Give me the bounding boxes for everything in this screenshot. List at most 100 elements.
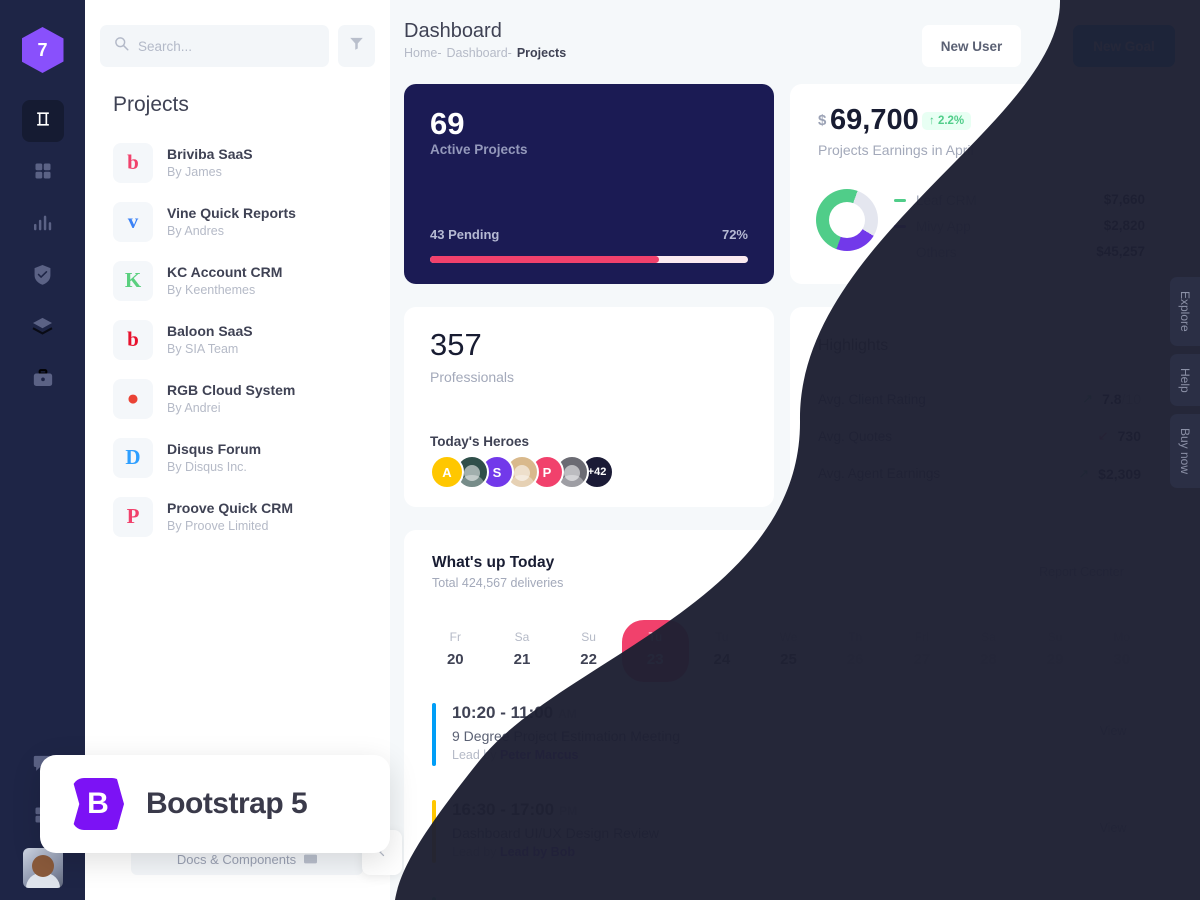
active-projects-count: 69 [430,106,465,141]
search-box[interactable] [100,25,329,67]
rail-item-analytics[interactable] [22,204,64,246]
calendar-day[interactable]: Fri 27 [888,620,955,682]
whats-up-subtitle: Total 424,567 deliveries [432,576,564,590]
event-name: 9 Degree Project Estimation Meeting [452,728,680,744]
list-item[interactable]: v Vine Quick Reports By Andres [113,192,390,251]
trend-arrow-icon: ↙ [1097,428,1109,443]
event-color-bar [432,703,436,766]
avatar[interactable]: A [430,455,464,489]
rail-item-projects[interactable] [22,360,64,402]
calendar-day[interactable]: Mo 30 [1088,620,1155,682]
earnings-donut-chart [816,189,878,251]
list-item[interactable]: P Proove Quick CRM By Proove Limited [113,487,390,546]
bar-chart-icon [33,214,53,237]
progress-fill [430,256,659,263]
new-goal-button[interactable]: New Goal [1073,25,1175,67]
project-name: RGB Cloud System [167,381,296,398]
project-info: RGB Cloud System By Andrei [167,381,295,417]
project-name: KC Account CRM [167,263,283,280]
search-input[interactable] [138,38,315,54]
calendar-day[interactable]: We 25 [755,620,822,682]
day-number: 27 [913,651,931,668]
project-owner: By Proove Limited [167,518,269,533]
day-number: 26 [846,651,864,668]
list-item[interactable]: ● RGB Cloud System By Andrei [113,369,390,428]
new-user-button[interactable]: New User [922,25,1021,67]
report-center-button[interactable]: Report Cecnter [1027,556,1136,588]
bootstrap-promo-text: Bootstrap 5 [146,787,308,820]
earnings-card: $ 69,700 ↑ 2.2% Projects Earnings in Apr… [790,84,1165,284]
highlight-value: 730 [1117,428,1141,444]
avatar[interactable] [22,848,63,888]
calendar-day[interactable]: Th 26 [822,620,889,682]
event-name: Dashboard UI/UX Design Review [452,825,659,841]
day-strip: Fr 20 Sa 21 Su 22 Tu 23 Tu 24 We 25 Th 26 Fri 27 Sa 28 Su 2… [422,620,1155,682]
professionals-label: Professionals [430,369,515,385]
view-button[interactable]: View [1085,812,1141,844]
highlight-label: Avg. Agent Earnings [818,466,941,481]
app-root: 7 Search... Projects b Briviba SaaS By J… [0,0,1200,900]
table-row: Avg. Client Rating ↗ 7.8/10 [818,381,1141,418]
bootstrap-promo-badge[interactable]: B Bootstrap 5 [40,755,390,853]
project-owner: By James [167,164,222,179]
list-item[interactable]: b Baloon SaaS By SIA Team [113,310,390,369]
day-of-week: Su [1047,630,1063,644]
briefcase-icon [33,369,53,393]
legend-label: Leaf CRM [916,192,977,208]
rail-item-layers[interactable] [22,308,64,350]
earnings-delta-badge: ↑ 2.2% [922,112,972,130]
calendar-day[interactable]: Tu 24 [689,620,756,682]
calendar-day[interactable]: Tu 23 [621,620,689,682]
day-of-week: Su [581,630,596,644]
calendar-day[interactable]: Sa 28 [955,620,1022,682]
project-owner: By SIA Team [167,341,239,356]
list-item[interactable]: b Briviba SaaS By James [113,133,390,192]
currency-symbol: $ [818,112,827,129]
list-item[interactable]: D Disqus Forum By Disqus Inc. [113,428,390,487]
legend-value: $45,257 [1096,244,1145,259]
day-number: 30 [1113,651,1131,668]
filter-button[interactable] [338,25,375,67]
breadcrumb-item-0[interactable]: Home- [404,46,442,60]
project-owner: By Andrei [167,400,221,415]
grid-icon [34,162,52,185]
rail-item-dashboard[interactable] [22,152,64,194]
project-logo-icon: ● [113,378,153,419]
rail-item-security[interactable] [22,256,64,298]
calendar-day[interactable]: Su 29 [1022,620,1089,682]
day-of-week: Mo [1113,630,1131,644]
breadcrumb-item-1[interactable]: Dashboard- [447,46,512,60]
calendar-day[interactable]: Fr 20 [422,620,489,682]
event-info: 10:20 - 11:00 AM 9 Degree Project Estimati… [452,703,680,762]
breadcrumb-item-2[interactable]: Projects [517,46,566,60]
side-tab-explore[interactable]: Explore [1170,277,1200,346]
side-tab-label: Explore [1178,291,1192,332]
event-ampm: AM [558,707,577,721]
earnings-amount: 69,700 [830,104,919,136]
side-tab-help[interactable]: Help [1170,353,1200,407]
earnings-values: $7,660 $2,820 $45,257 [1096,187,1145,265]
list-item[interactable]: 10:20 - 11:00 AM 9 Degree Project Estimati… [432,703,1141,800]
project-owner: By Andres [167,223,224,238]
earnings-subtitle: Projects Earnings in April [818,142,974,158]
calendar-day[interactable]: Su 22 [555,620,622,682]
day-of-week: Fr [449,630,461,644]
view-button[interactable]: View [1085,715,1141,747]
professionals-card: 357 Professionals Today's Heroes A S P +42 [404,307,774,507]
list-item[interactable]: K KC Account CRM By Keenthemes [113,251,390,310]
event-lead: Lead by Lead by Bob [452,845,575,859]
main-content: Dashboard Home- Dashboard- Projects New Us… [390,0,1200,900]
cube-icon [33,109,53,134]
project-name: Vine Quick Reports [167,204,296,221]
side-tab-buy-now[interactable]: Buy now [1170,414,1200,489]
app-logo[interactable]: 7 [21,27,64,73]
legend-value: $7,660 [1103,192,1145,207]
side-tab-label: Help [1178,367,1192,393]
day-number: 23 [646,651,664,668]
list-item[interactable]: 16:30 - 17:00 PM Dashboard UI/UX Design Re… [432,800,1141,897]
heroes-title: Today's Heroes [430,434,529,449]
day-of-week: We [779,630,798,644]
calendar-day[interactable]: Sa 21 [489,620,556,682]
rail-item-cube[interactable] [21,100,64,142]
highlight-value: 7.8/10 [1102,391,1141,407]
